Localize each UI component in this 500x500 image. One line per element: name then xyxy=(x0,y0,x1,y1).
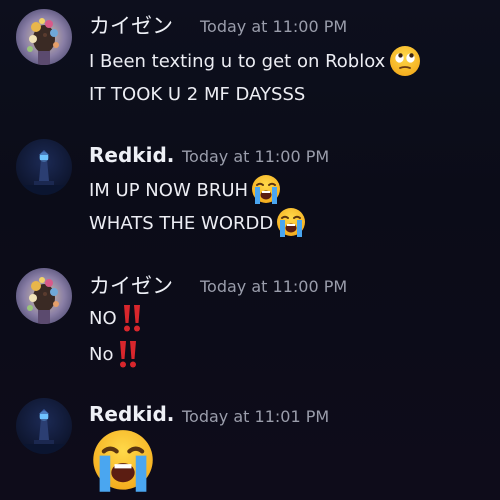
double-exclamation-emoji xyxy=(115,339,141,369)
chat-message-list: カイゼン Today at 11:00 PM I Been texting u … xyxy=(0,0,500,500)
message-line: IM UP NOW BRUH xyxy=(89,174,282,206)
lighthouse-avatar[interactable] xyxy=(16,398,72,454)
timestamp: Today at 11:00 PM xyxy=(182,147,330,166)
loudly-crying-face-emoji xyxy=(275,207,307,239)
floral-portrait-avatar[interactable] xyxy=(16,9,72,65)
username[interactable]: Redkid. xyxy=(89,143,174,167)
message-text: No xyxy=(89,343,114,365)
message-text: IT TOOK U 2 MF DAYSSS xyxy=(89,84,306,105)
timestamp: Today at 11:00 PM xyxy=(200,17,348,36)
message-text: WHATS THE WORDD xyxy=(89,212,274,234)
username[interactable]: カイゼン xyxy=(89,270,173,300)
message-text: I Been texting u to get on Roblox xyxy=(89,50,386,72)
double-exclamation-emoji xyxy=(119,303,145,333)
lighthouse-avatar[interactable] xyxy=(16,139,72,195)
message-text: NO xyxy=(89,307,117,329)
timestamp: Today at 11:00 PM xyxy=(200,277,348,296)
message-text: IM UP NOW BRUH xyxy=(89,179,249,201)
face-with-rolling-eyes-emoji xyxy=(389,45,421,77)
loudly-crying-face-emoji xyxy=(250,174,282,206)
username[interactable]: Redkid. xyxy=(89,402,174,426)
message-line: I Been texting u to get on Roblox xyxy=(89,45,421,77)
message-line xyxy=(89,428,157,496)
timestamp: Today at 11:01 PM xyxy=(182,407,330,426)
message-line: WHATS THE WORDD xyxy=(89,207,307,239)
floral-portrait-avatar[interactable] xyxy=(16,268,72,324)
message-line: IT TOOK U 2 MF DAYSSS xyxy=(89,84,305,105)
loudly-crying-face-emoji xyxy=(89,428,157,496)
username[interactable]: カイゼン xyxy=(89,10,173,40)
message-line: NO xyxy=(89,303,145,333)
message-line: No xyxy=(89,339,141,369)
